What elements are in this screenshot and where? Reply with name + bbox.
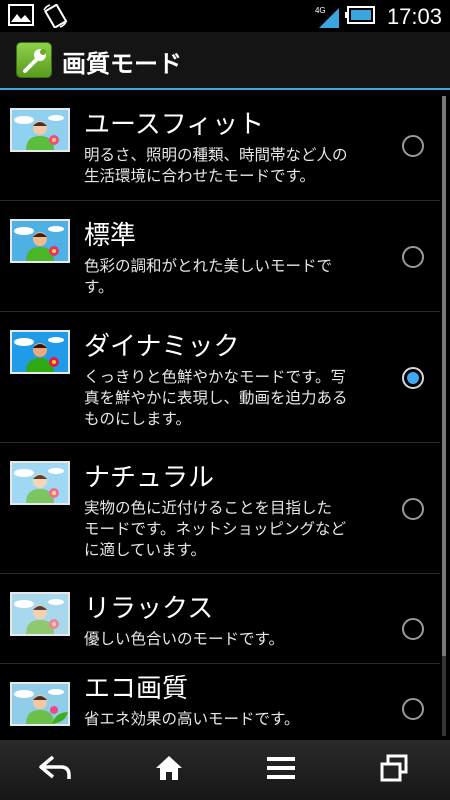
radio-button[interactable] (402, 698, 424, 720)
recent-apps-icon (379, 754, 409, 786)
radio-button[interactable] (402, 618, 424, 640)
list-item-standard[interactable]: 標準 色彩の調和がとれた美しいモードで す。 (0, 201, 440, 312)
mode-title: リラックス (84, 594, 214, 624)
back-icon (39, 755, 73, 785)
radio-button[interactable] (402, 246, 424, 268)
navigation-bar (0, 740, 450, 800)
mode-title: ユースフィット (84, 110, 265, 140)
mode-title: エコ画質 (84, 674, 189, 704)
page-title: 画質モード (62, 50, 182, 78)
menu-icon (266, 755, 296, 785)
mode-description: くっきりと色鮮やかなモードです。写 真を鮮やかに表現し、動画を迫力ある ものにし… (84, 368, 348, 428)
wrench-settings-icon (16, 42, 52, 78)
mode-description: 明るさ、照明の種類、時間帯など人の 生活環境に合わせたモードです。 (84, 146, 348, 185)
list-item-dynamic[interactable]: ダイナミック くっきりと色鮮やかなモードです。写 真を鮮やかに表現し、動画を迫力… (0, 312, 440, 443)
mode-thumbnail (10, 682, 70, 726)
mode-thumbnail (10, 330, 70, 374)
list-item-eco[interactable]: エコ画質 省エネ効果の高いモードです。 (0, 664, 440, 738)
action-bar: 画質モード (0, 32, 450, 88)
battery-icon (344, 6, 375, 28)
radio-button[interactable] (402, 498, 424, 520)
back-button[interactable] (26, 748, 86, 792)
scrollbar-thumb[interactable] (442, 96, 446, 656)
menu-button[interactable] (251, 748, 311, 792)
mode-thumbnail (10, 108, 70, 152)
list-item-relax[interactable]: リラックス 優しい色合いのモードです。 (0, 574, 440, 664)
radio-selected-dot (407, 372, 419, 384)
mode-description: 省エネ効果の高いモードです。 (84, 710, 300, 728)
radio-button[interactable] (402, 135, 424, 157)
home-icon (154, 754, 184, 786)
home-button[interactable] (139, 748, 199, 792)
recent-apps-button[interactable] (364, 748, 424, 792)
mode-thumbnail (10, 219, 70, 263)
mode-description: 優しい色合いのモードです。 (84, 630, 284, 648)
picture-mode-list[interactable]: ユースフィット 明るさ、照明の種類、時間帯など人の 生活環境に合わせたモードです… (0, 90, 450, 738)
mode-thumbnail (10, 592, 70, 636)
status-bar: 4G 17:03 (0, 0, 450, 32)
mode-title: ダイナミック (84, 332, 240, 362)
clock: 17:03 (386, 4, 442, 29)
screen-rotate-notification-icon (42, 3, 68, 32)
network-type: 4G (314, 6, 326, 15)
list-item-natural[interactable]: ナチュラル 実物の色に近付けることを目指した モードです。ネットショッピングなど… (0, 443, 440, 574)
list-item-youth-fit[interactable]: ユースフィット 明るさ、照明の種類、時間帯など人の 生活環境に合わせたモードです… (0, 90, 440, 201)
gallery-notification-icon (8, 4, 34, 32)
radio-button-selected[interactable] (402, 367, 424, 389)
mode-description: 実物の色に近付けることを目指した モードです。ネットショッピングなど に適してい… (84, 499, 346, 559)
mode-description: 色彩の調和がとれた美しいモードで す。 (84, 257, 333, 296)
mode-thumbnail (10, 461, 70, 505)
mode-title: ナチュラル (84, 463, 215, 493)
mode-title: 標準 (84, 221, 137, 251)
signal-icon: 4G (314, 6, 339, 28)
